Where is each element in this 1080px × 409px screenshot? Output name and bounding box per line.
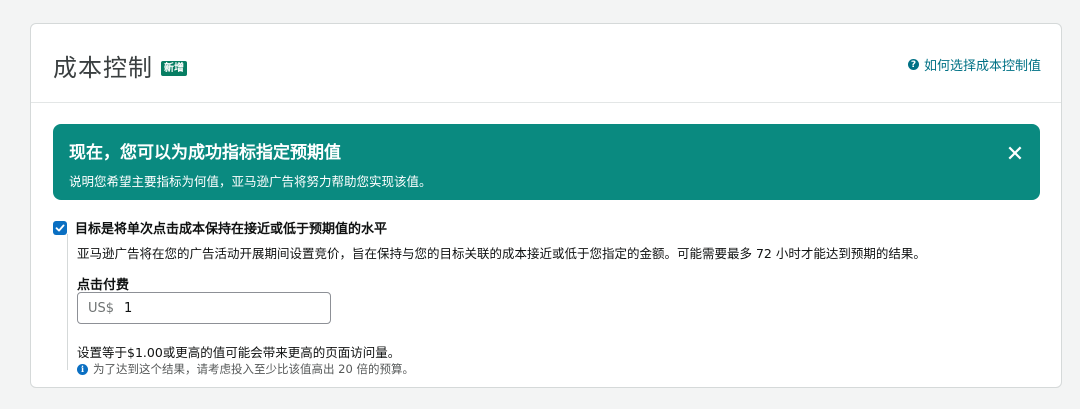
budget-info: i 为了达到这个结果，请考虑投入至少比该值高出 20 倍的预算。	[77, 361, 414, 377]
info-banner: 现在，您可以为成功指标指定预期值 说明您希望主要指标为何值，亚马逊广告将努力帮助…	[53, 124, 1040, 200]
budget-info-text: 为了达到这个结果，请考虑投入至少比该值高出 20 倍的预算。	[93, 362, 414, 376]
banner-subtitle: 说明您希望主要指标为何值，亚马逊广告将努力帮助您实现该值。	[69, 174, 432, 189]
cpc-field-label: 点击付费	[77, 278, 130, 293]
info-icon: i	[77, 363, 88, 375]
cpc-hint: 设置等于$1.00或更高的值可能会带来更高的页面访问量。	[77, 345, 401, 360]
help-link[interactable]: ? 如何选择成本控制值	[907, 55, 1041, 74]
title-wrap: 成本控制 新增	[53, 48, 187, 83]
target-description: 亚马逊广告将在您的广告活动开展期间设置竞价，旨在保持与您的目标关联的成本接近或低…	[77, 246, 926, 261]
target-details: 亚马逊广告将在您的广告活动开展期间设置竞价，旨在保持与您的目标关联的成本接近或低…	[67, 234, 1037, 376]
cost-control-card: 成本控制 新增 ? 如何选择成本控制值 现在，您可以为成功指标指定预期值 说明您…	[30, 23, 1062, 388]
check-icon	[55, 224, 65, 231]
banner-title: 现在，您可以为成功指标指定预期值	[69, 143, 341, 163]
help-link-label: 如何选择成本控制值	[923, 59, 1041, 74]
close-icon[interactable]: ✕	[1004, 144, 1026, 166]
cpc-value-input[interactable]	[124, 300, 275, 316]
cpc-input-wrap[interactable]: US$	[77, 292, 331, 324]
target-checkbox[interactable]	[53, 220, 67, 235]
page-title: 成本控制	[53, 54, 153, 82]
question-icon: ?	[907, 59, 919, 70]
currency-prefix: US$	[88, 300, 115, 316]
new-badge: 新增	[161, 61, 187, 76]
card-header: 成本控制 新增 ? 如何选择成本控制值	[31, 24, 1061, 103]
